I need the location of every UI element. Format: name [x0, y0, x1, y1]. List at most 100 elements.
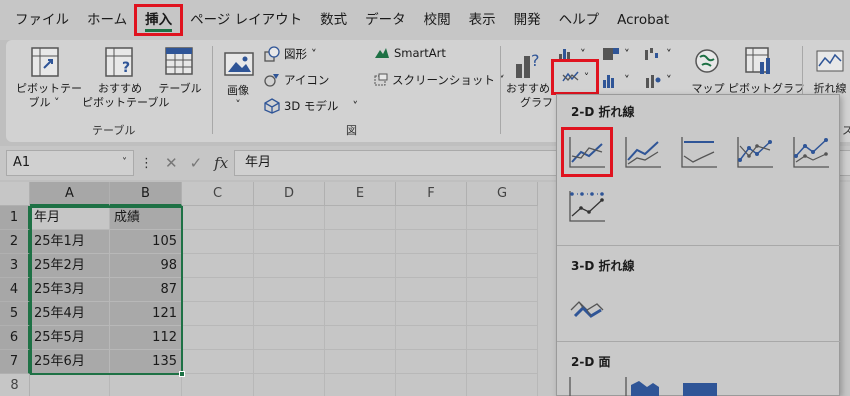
cell[interactable]	[254, 350, 325, 374]
cell[interactable]	[325, 254, 396, 278]
cell[interactable]: 25年1月	[30, 230, 110, 254]
area-chart-option[interactable]	[563, 377, 611, 396]
cell[interactable]: 成績	[110, 206, 182, 230]
tab-help[interactable]: ヘルプ	[550, 6, 609, 34]
waterfall-chart-button[interactable]: ˅	[644, 46, 672, 62]
image-button[interactable]: 画像 ˅	[220, 84, 256, 112]
cell[interactable]: 112	[110, 326, 182, 350]
column-header[interactable]: B	[110, 182, 182, 206]
row-header[interactable]: 1	[0, 206, 30, 230]
cell[interactable]	[254, 230, 325, 254]
cell[interactable]	[467, 350, 538, 374]
cell[interactable]	[182, 254, 254, 278]
cell[interactable]	[396, 206, 467, 230]
row-header[interactable]: 7	[0, 350, 30, 374]
cell[interactable]	[467, 374, 538, 396]
tab-developer[interactable]: 開発	[505, 6, 550, 34]
cell[interactable]	[182, 374, 254, 396]
cell[interactable]	[254, 206, 325, 230]
cell[interactable]	[325, 302, 396, 326]
tab-page-layout[interactable]: ページ レイアウト	[181, 6, 311, 34]
cell[interactable]	[325, 326, 396, 350]
select-all-corner[interactable]	[0, 182, 30, 206]
column-header[interactable]: C	[182, 182, 254, 206]
column-header[interactable]: A	[30, 182, 110, 206]
cell[interactable]	[325, 374, 396, 396]
tab-data[interactable]: データ	[356, 6, 415, 34]
cell[interactable]: 135	[110, 350, 182, 374]
100-stacked-line-with-markers-option[interactable]	[563, 183, 611, 229]
cell[interactable]	[182, 230, 254, 254]
row-header[interactable]: 4	[0, 278, 30, 302]
cell[interactable]	[467, 230, 538, 254]
hierarchy-chart-button[interactable]: ˅	[602, 46, 630, 62]
cell[interactable]	[396, 326, 467, 350]
statistic-chart-button[interactable]: ˅	[602, 72, 630, 88]
cell[interactable]: 年月	[30, 206, 110, 230]
cell[interactable]: 25年6月	[30, 350, 110, 374]
cell[interactable]	[254, 278, 325, 302]
stacked-line-with-markers-option[interactable]	[787, 129, 835, 175]
cell[interactable]	[325, 350, 396, 374]
row-header[interactable]: 8	[0, 374, 30, 396]
3d-model-button[interactable]: 3D モデル ˅	[264, 98, 358, 114]
screenshot-button[interactable]: スクリーンショット ˅	[374, 72, 505, 88]
cell[interactable]	[325, 206, 396, 230]
cell[interactable]	[182, 206, 254, 230]
row-header[interactable]: 2	[0, 230, 30, 254]
cell[interactable]	[396, 278, 467, 302]
fill-handle[interactable]	[179, 371, 185, 377]
icons-button[interactable]: アイコン	[264, 72, 329, 88]
cell[interactable]	[396, 350, 467, 374]
tab-home[interactable]: ホーム	[78, 6, 136, 34]
column-header[interactable]: G	[467, 182, 538, 206]
cell[interactable]	[110, 374, 182, 396]
cell[interactable]: 87	[110, 278, 182, 302]
stacked-area-chart-option[interactable]	[619, 377, 667, 396]
cell[interactable]	[467, 254, 538, 278]
column-header[interactable]: F	[396, 182, 467, 206]
cell[interactable]	[254, 254, 325, 278]
cell[interactable]: 25年2月	[30, 254, 110, 278]
cell[interactable]	[325, 230, 396, 254]
cell[interactable]	[182, 278, 254, 302]
cell[interactable]	[396, 230, 467, 254]
column-header[interactable]: D	[254, 182, 325, 206]
cell[interactable]	[467, 206, 538, 230]
tab-formulas[interactable]: 数式	[311, 6, 356, 34]
cell[interactable]: 98	[110, 254, 182, 278]
tab-acrobat[interactable]: Acrobat	[608, 6, 678, 34]
line-with-markers-option[interactable]	[731, 129, 779, 175]
cell[interactable]	[467, 278, 538, 302]
cell[interactable]: 25年4月	[30, 302, 110, 326]
cell[interactable]	[182, 302, 254, 326]
cell[interactable]	[325, 278, 396, 302]
3d-line-chart-option[interactable]	[563, 283, 611, 329]
shapes-button[interactable]: 図形 ˅	[264, 46, 317, 62]
line-chart-dropdown-button[interactable]: ˅	[551, 59, 599, 95]
cell[interactable]	[396, 254, 467, 278]
recommended-pivot-button[interactable]: おすすめ ピボットテーブル	[82, 82, 169, 110]
cell[interactable]	[396, 374, 467, 396]
combo-chart-button[interactable]: ˅	[644, 72, 672, 88]
confirm-icon[interactable]: ✓	[190, 154, 203, 172]
tab-file[interactable]: ファイル	[6, 6, 78, 34]
pivot-table-button[interactable]: ピボットテー ブル ˅	[16, 82, 82, 110]
cell[interactable]	[467, 326, 538, 350]
row-header[interactable]: 5	[0, 302, 30, 326]
cell[interactable]	[254, 302, 325, 326]
insert-function-icon[interactable]: fx	[214, 154, 228, 172]
cancel-icon[interactable]: ✕	[165, 154, 178, 172]
stacked-line-chart-option[interactable]	[619, 129, 667, 175]
cell[interactable]	[182, 350, 254, 374]
smartart-button[interactable]: SmartArt	[374, 46, 446, 60]
cell[interactable]: 105	[110, 230, 182, 254]
tab-insert[interactable]: 挿入	[134, 4, 184, 36]
cell[interactable]: 25年5月	[30, 326, 110, 350]
cell[interactable]: 121	[110, 302, 182, 326]
cell[interactable]	[254, 326, 325, 350]
cell[interactable]	[182, 326, 254, 350]
line-chart-option[interactable]	[561, 127, 613, 177]
row-header[interactable]: 6	[0, 326, 30, 350]
cell[interactable]	[30, 374, 110, 396]
